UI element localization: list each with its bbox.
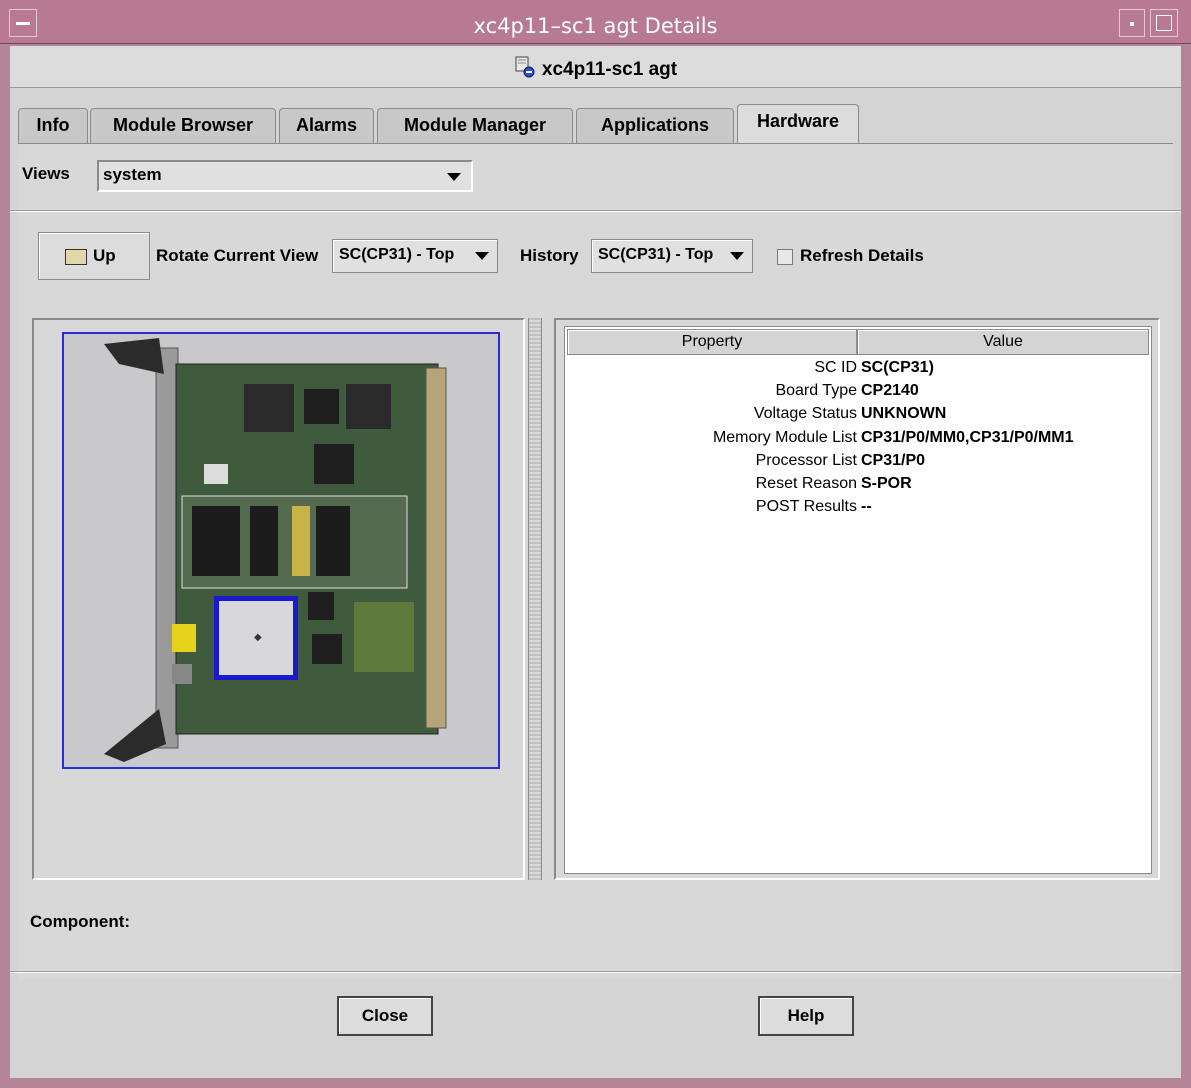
property-value: S-POR	[861, 475, 912, 492]
hardware-view-pane: ◆	[32, 318, 525, 880]
views-select[interactable]: system	[97, 160, 473, 192]
board-image[interactable]: ◆	[64, 334, 498, 767]
property-name: POST Results	[755, 498, 857, 515]
property-name: Board Type	[775, 382, 857, 399]
property-name: Voltage Status	[753, 405, 857, 422]
chevron-down-icon	[475, 252, 489, 260]
table-row: Voltage Status UNKNOWN	[565, 405, 1153, 428]
views-selected-value: system	[103, 165, 162, 184]
split-pane-divider[interactable]	[528, 318, 542, 880]
property-name: SC ID	[814, 359, 857, 376]
history-selected: SC(CP31) - Top	[598, 246, 714, 263]
refresh-details-checkbox[interactable]	[777, 249, 793, 265]
agent-icon	[514, 56, 536, 84]
agent-header: xc4p11-sc1 agt	[10, 46, 1181, 88]
column-header-value[interactable]: Value	[857, 329, 1149, 355]
component-label: Component:	[30, 912, 131, 931]
table-row: SC ID SC(CP31)	[565, 359, 1153, 382]
maximize-icon	[1156, 15, 1172, 31]
tab-hardware[interactable]: Hardware	[737, 104, 859, 145]
up-button-label: Up	[93, 246, 116, 265]
divider	[10, 971, 1181, 973]
table-row: Board Type CP2140	[565, 382, 1153, 405]
rotate-view-select[interactable]: SC(CP31) - Top	[332, 239, 498, 273]
property-value: --	[861, 498, 872, 515]
divider	[10, 210, 1181, 212]
property-name: Memory Module List	[712, 429, 857, 446]
property-value: UNKNOWN	[861, 405, 947, 422]
close-button[interactable]: Close	[337, 996, 433, 1036]
tab-alarms[interactable]: Alarms	[279, 108, 374, 144]
details-window: xc4p11–sc1 agt Details xc4p11-sc1 agt In…	[0, 0, 1191, 1088]
table-row: Memory Module List CP31/P0/MM0,CP31/P0/M…	[565, 429, 1153, 452]
window-title: xc4p11–sc1 agt Details	[473, 14, 718, 38]
history-select[interactable]: SC(CP31) - Top	[591, 239, 753, 273]
property-name: Processor List	[755, 452, 857, 469]
properties-table: Property Value SC ID SC(CP31) Board Type…	[564, 326, 1152, 874]
property-name: Reset Reason	[755, 475, 857, 492]
title-bar[interactable]: xc4p11–sc1 agt Details	[0, 0, 1191, 44]
properties-pane: Property Value SC ID SC(CP31) Board Type…	[554, 318, 1160, 880]
chevron-down-icon	[447, 173, 461, 181]
tab-module-manager[interactable]: Module Manager	[377, 108, 573, 144]
property-value: CP31/P0/MM0,CP31/P0/MM1	[861, 429, 1074, 446]
tab-applications[interactable]: Applications	[576, 108, 734, 144]
minimize-button[interactable]	[1119, 9, 1145, 37]
agent-name: xc4p11-sc1 agt	[541, 59, 678, 81]
chevron-down-icon	[730, 252, 744, 260]
history-label: History	[520, 246, 579, 265]
column-header-property[interactable]: Property	[567, 329, 857, 355]
maximize-button[interactable]	[1150, 9, 1178, 37]
window-content: xc4p11-sc1 agt Info Module Browser Alarm…	[10, 46, 1181, 1078]
board-image-frame[interactable]: ◆	[62, 332, 500, 769]
property-value: CP31/P0	[861, 452, 926, 469]
minimize-icon	[1130, 22, 1134, 26]
folder-up-icon	[65, 249, 87, 265]
refresh-details-label[interactable]: Refresh Details	[800, 246, 924, 266]
property-value: SC(CP31)	[861, 359, 934, 376]
table-row: POST Results --	[565, 498, 1153, 521]
tab-info[interactable]: Info	[18, 108, 88, 144]
svg-text:◆: ◆	[254, 632, 262, 643]
table-row: Reset Reason S-POR	[565, 475, 1153, 498]
table-row: Processor List CP31/P0	[565, 452, 1153, 475]
views-label: Views	[22, 164, 70, 183]
rotate-view-selected: SC(CP31) - Top	[339, 246, 455, 263]
tab-module-browser[interactable]: Module Browser	[90, 108, 276, 144]
up-button[interactable]: Up	[38, 232, 150, 280]
rotate-current-view-label: Rotate Current View	[156, 246, 319, 265]
help-button[interactable]: Help	[758, 996, 854, 1036]
property-value: CP2140	[861, 382, 919, 399]
